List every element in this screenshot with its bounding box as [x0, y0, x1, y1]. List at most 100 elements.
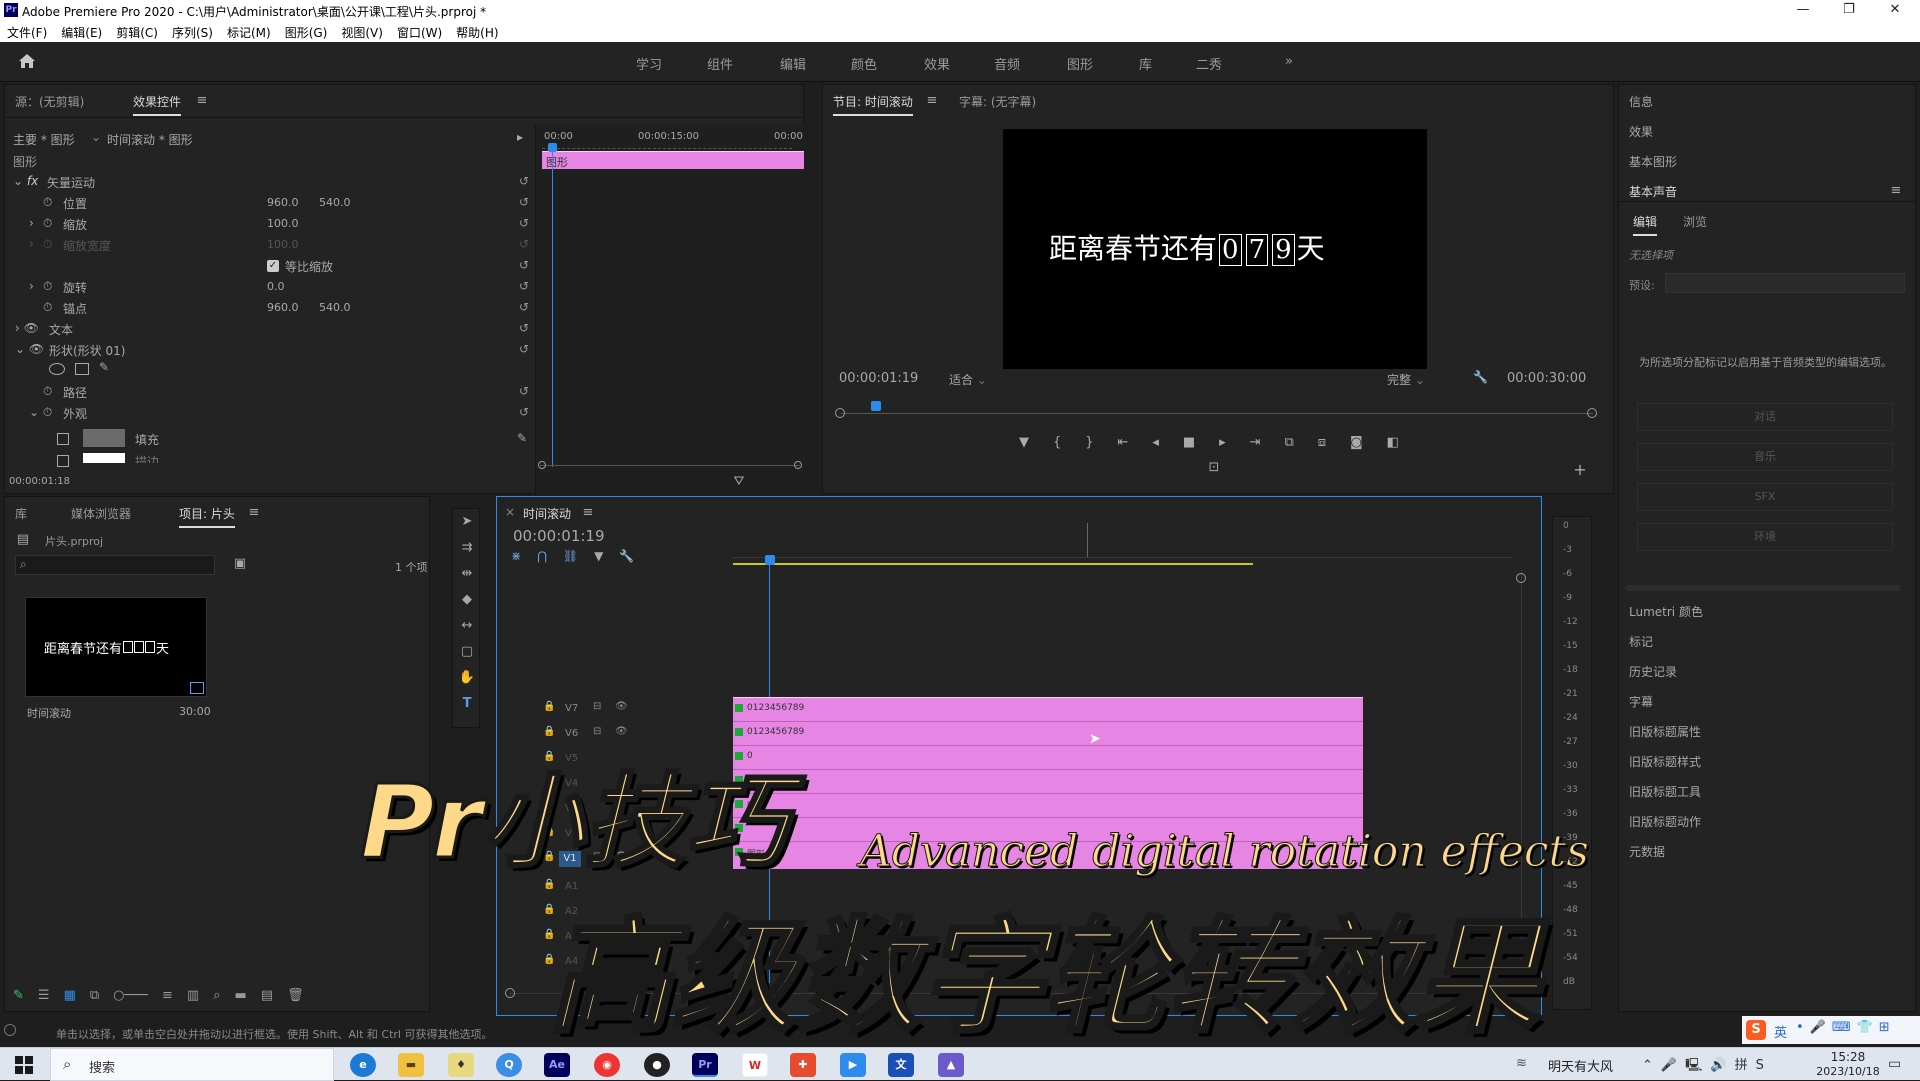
ime-language-toggle[interactable]: 英 — [1774, 1022, 1787, 1041]
tab-captions[interactable]: 字幕: (无字幕) — [959, 93, 1036, 110]
razor-tool-icon[interactable]: ◆ — [457, 591, 477, 609]
app-yellow-icon[interactable]: ♦ — [448, 1053, 474, 1077]
anchor-y-value[interactable]: 540.0 — [319, 301, 351, 314]
tab-project[interactable]: 项目: 片头 — [179, 505, 235, 528]
mini-graphic-clip[interactable]: 图形 — [542, 151, 804, 169]
track-v7-label[interactable]: V7 — [565, 703, 578, 714]
automate-icon[interactable]: ▥ — [187, 988, 199, 1003]
fill-checkbox[interactable] — [57, 433, 69, 445]
freeform-view-icon[interactable]: ⧉ — [90, 988, 99, 1003]
expand-scale-icon[interactable]: › — [29, 216, 34, 230]
weather-text[interactable]: 明天有大风 — [1548, 1056, 1613, 1075]
overwrite-icon[interactable]: ⧈ — [1318, 435, 1326, 457]
anchor-x-value[interactable]: 960.0 — [267, 301, 299, 314]
tab-essential-sound-browse[interactable]: 浏览 — [1683, 213, 1707, 230]
track-sync-icon[interactable]: ⊟ — [593, 701, 601, 712]
effect-controls-timecode[interactable]: 00:00:01:18 — [9, 476, 70, 487]
stroke-checkbox[interactable] — [57, 455, 69, 467]
reset-shape-icon[interactable]: ↺ — [517, 342, 531, 356]
clock-time[interactable]: 15:28 — [1818, 1050, 1878, 1064]
fit-dropdown[interactable]: 适合 ⌄ — [949, 371, 987, 388]
maximize-button[interactable]: ❐ — [1826, 0, 1872, 21]
reset-path-icon[interactable]: ↺ — [517, 384, 531, 398]
rotation-value[interactable]: 0.0 — [267, 280, 285, 293]
clip-v4[interactable] — [733, 770, 1363, 794]
zoom-start-handle[interactable] — [538, 461, 546, 469]
preset-dropdown[interactable] — [1665, 273, 1905, 293]
track-v6-label[interactable]: V6 — [565, 728, 578, 739]
clip-v7[interactable]: 0123456789 — [733, 698, 1363, 722]
nest-icon[interactable]: ⋇ — [511, 549, 521, 567]
workspace-custom[interactable]: 二秀 — [1196, 54, 1222, 73]
stopwatch-scale-icon[interactable]: ⏱ — [43, 216, 52, 231]
new-bin-icon[interactable]: ▬ — [234, 988, 246, 1003]
chat-app-icon[interactable]: Q — [496, 1053, 522, 1077]
wps-office-icon[interactable]: W — [742, 1053, 768, 1077]
track-eye-icon[interactable]: 👁 — [615, 726, 628, 737]
workspace-audio[interactable]: 音频 — [994, 54, 1020, 73]
effect-mini-timeline[interactable]: 00:00 00:00:15:00 00:00 图形 ⛛ — [535, 125, 805, 495]
sequence-clip-label[interactable]: 时间滚动 * 图形 — [107, 131, 193, 148]
premiere-pro-taskbar-icon[interactable]: Pr — [692, 1053, 718, 1077]
legacy-title-actions-item[interactable]: 旧版标题动作 — [1629, 813, 1701, 830]
legacy-title-tools-item[interactable]: 旧版标题工具 — [1629, 783, 1701, 800]
tab-media-browser[interactable]: 媒体浏览器 — [71, 505, 131, 522]
workspace-color[interactable]: 颜色 — [851, 54, 877, 73]
pen-mask-icon[interactable]: ✎ — [99, 360, 109, 374]
menu-edit[interactable]: 编辑(E) — [54, 21, 109, 41]
menu-help[interactable]: 帮助(H) — [449, 21, 505, 41]
program-timecode[interactable]: 00:00:01:19 — [839, 371, 918, 386]
expand-text-icon[interactable]: › 👁 — [15, 321, 39, 335]
track-lock-icon[interactable]: 🔒 — [543, 701, 555, 712]
info-panel-item[interactable]: 信息 — [1629, 93, 1653, 110]
vscroll-handle-top[interactable] — [1516, 573, 1526, 583]
program-menu-icon[interactable]: ≡ — [925, 92, 939, 110]
music-button[interactable]: 音乐 — [1637, 443, 1893, 471]
stopwatch-path-icon[interactable]: ⏱ — [43, 384, 52, 399]
tab-source[interactable]: 源：(无剪辑) — [15, 93, 84, 110]
filter-icon[interactable]: ⛛ — [732, 473, 746, 491]
panel-menu-icon[interactable]: ≡ — [195, 92, 209, 110]
workspace-libraries[interactable]: 库 — [1139, 54, 1152, 73]
legacy-title-styles-item[interactable]: 旧版标题样式 — [1629, 753, 1701, 770]
davinci-resolve-icon[interactable]: ● — [644, 1053, 670, 1077]
reset-vector-motion-icon[interactable]: ↺ — [517, 174, 531, 188]
captions-panel-item[interactable]: 字幕 — [1629, 693, 1653, 710]
file-explorer-icon[interactable]: ▬ — [398, 1053, 424, 1077]
metadata-panel-item[interactable]: 元数据 — [1629, 843, 1665, 860]
history-panel-item[interactable]: 历史记录 — [1629, 663, 1677, 680]
stop-icon[interactable]: ■ — [1183, 435, 1195, 457]
taskbar-search-box[interactable]: ⌕ 搜索 — [50, 1048, 334, 1081]
lumetri-color-panel-item[interactable]: Lumetri 颜色 — [1629, 603, 1703, 620]
home-icon[interactable] — [16, 51, 38, 71]
ripple-edit-tool-icon[interactable]: ⇹ — [457, 565, 477, 583]
play-icon[interactable]: ▸ — [517, 130, 523, 144]
effects-panel-item[interactable]: 效果 — [1629, 123, 1653, 140]
ambience-button[interactable]: 环境 — [1637, 523, 1893, 551]
sfx-button[interactable]: SFX — [1637, 483, 1893, 511]
markers-panel-item[interactable]: 标记 — [1629, 633, 1653, 650]
workspace-effects[interactable]: 效果 — [924, 54, 950, 73]
adobe-animate-icon[interactable]: Ae — [544, 1053, 570, 1077]
master-clip-label[interactable]: 主要 * 图形 — [13, 131, 75, 148]
workspace-assembly[interactable]: 组件 — [707, 54, 733, 73]
menu-clip[interactable]: 剪辑(C) — [109, 21, 165, 41]
slip-tool-icon[interactable]: ↔ — [457, 617, 477, 635]
ime-tools-icons[interactable]: •🎤⌨👕⊞ — [1796, 1020, 1896, 1035]
workspace-graphics[interactable]: 图形 — [1067, 54, 1093, 73]
clip-v5[interactable]: 0 — [733, 746, 1363, 770]
tab-timeline[interactable]: 时间滚动 — [523, 505, 571, 522]
write-protect-icon[interactable]: ✎ — [13, 988, 24, 1003]
reset-position-icon[interactable]: ↺ — [517, 195, 531, 209]
collapse-vector-motion[interactable]: ⌄ fx — [13, 174, 38, 188]
mini-playhead[interactable] — [552, 147, 553, 467]
project-item-name[interactable]: 时间滚动 — [27, 705, 71, 721]
chevron-down-icon[interactable]: ⌄ — [91, 130, 101, 144]
program-zoom-start[interactable] — [835, 408, 845, 418]
mini-playhead-handle[interactable] — [548, 143, 557, 152]
insert-icon[interactable]: ⧉ — [1284, 435, 1293, 457]
track-lock-icon[interactable]: 🔒 — [543, 726, 555, 737]
sogou-ime-icon[interactable]: S — [1746, 1020, 1766, 1040]
reset-uniform-scale-icon[interactable]: ↺ — [517, 258, 531, 272]
clip-v3[interactable]: 图 — [733, 794, 1363, 818]
